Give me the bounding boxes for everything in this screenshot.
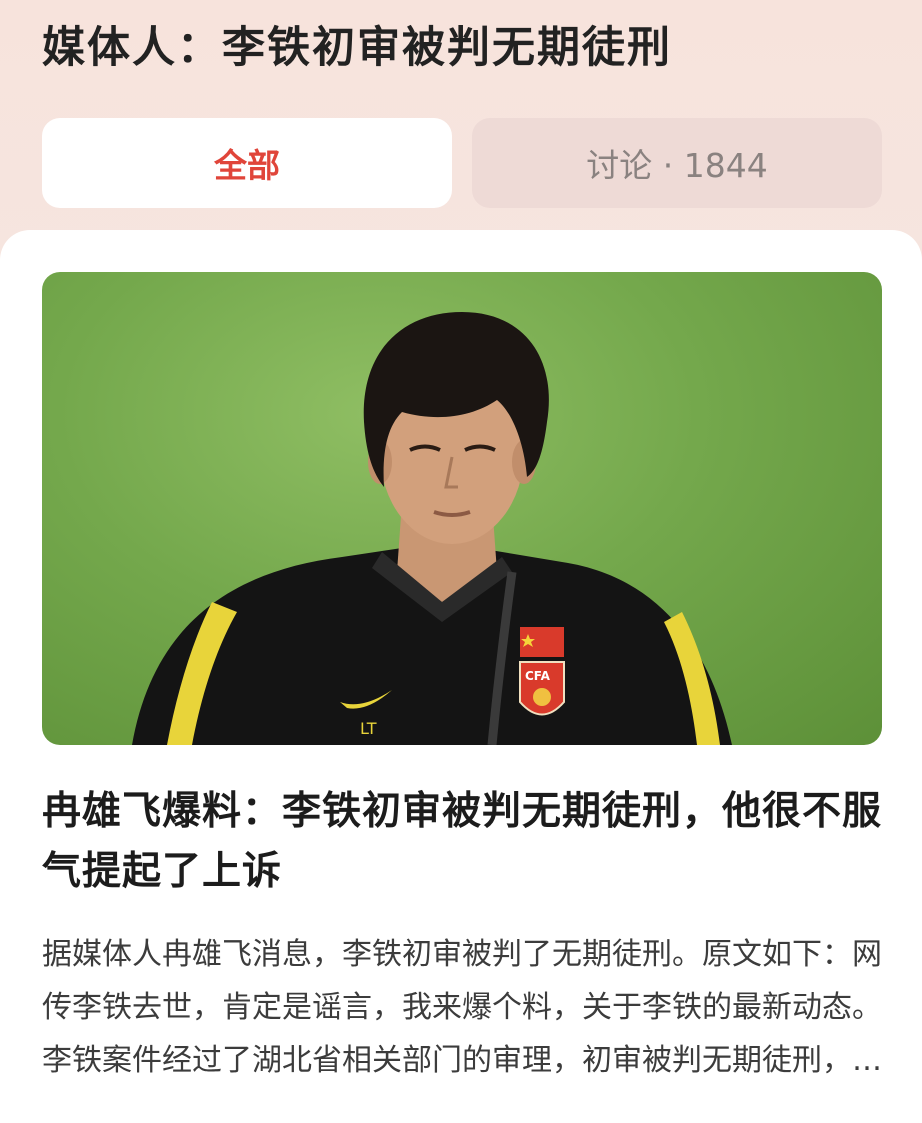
svg-text:CFA: CFA xyxy=(525,669,551,683)
topic-page: 媒体人：李铁初审被判无期徒刑 全部 讨论 · 1844 LT CFA 冉雄飞爆料… xyxy=(0,0,922,1123)
article-headline[interactable]: 冉雄飞爆料：李铁初审被判无期徒刑，他很不服气提起了上诉 xyxy=(42,782,887,902)
tab-discussion[interactable]: 讨论 · 1844 xyxy=(472,118,882,208)
tab-all[interactable]: 全部 xyxy=(42,118,452,208)
article-summary[interactable]: 据媒体人冉雄飞消息，李铁初审被判了无期徒刑。原文如下：网传李铁去世，肯定是谣言，… xyxy=(42,928,884,1087)
article-card[interactable]: LT CFA 冉雄飞爆料：李铁初审被判无期徒刑，他很不服气提起了上诉 据媒体人冉… xyxy=(0,230,922,1123)
article-image[interactable]: LT CFA xyxy=(42,272,882,745)
topic-title: 媒体人：李铁初审被判无期徒刑 xyxy=(42,23,672,73)
coach-illustration: LT CFA xyxy=(132,312,732,745)
svg-text:LT: LT xyxy=(360,719,377,738)
